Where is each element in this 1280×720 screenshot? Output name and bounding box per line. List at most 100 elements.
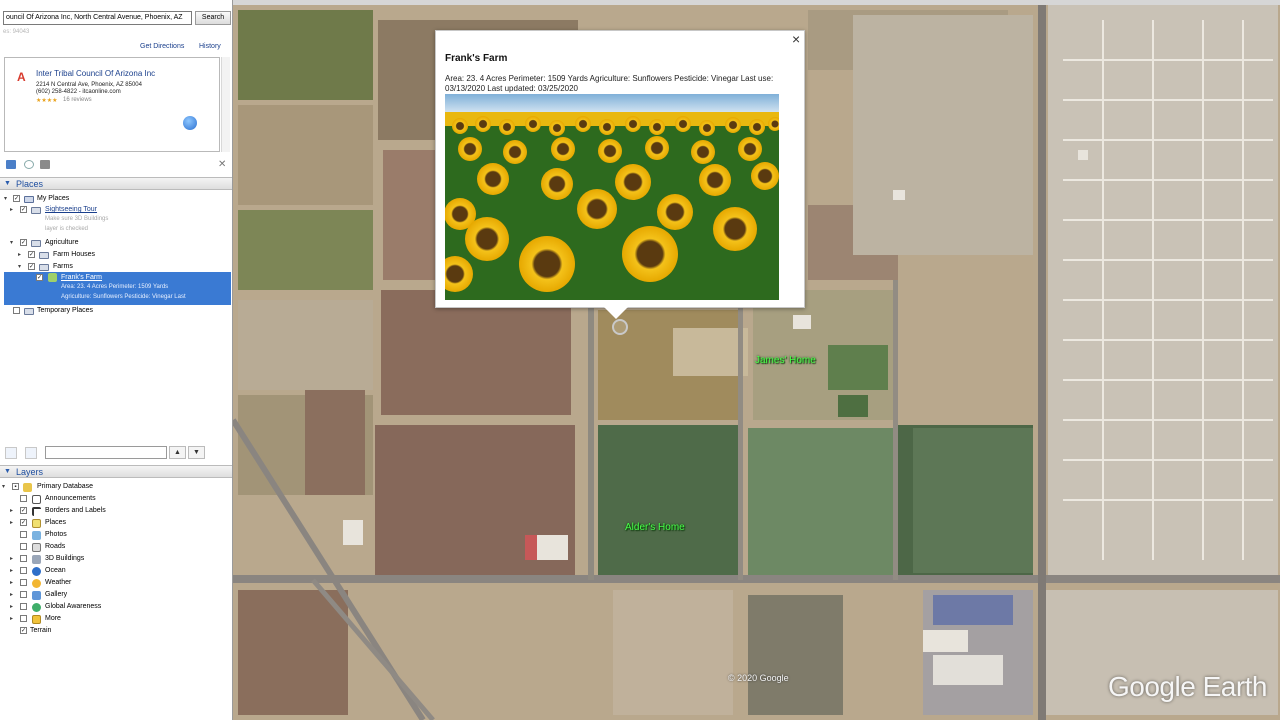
- photo-icon: [32, 531, 41, 540]
- layer-item-terrain[interactable]: ✓ Terrain: [0, 625, 230, 637]
- layer-item-gallery[interactable]: ▸ Gallery: [0, 589, 230, 601]
- places-header-label: Places: [16, 179, 44, 189]
- add-folder-icon[interactable]: [6, 160, 16, 169]
- collapse-icon[interactable]: ▼: [4, 180, 11, 187]
- globe-icon: [32, 603, 41, 612]
- checkbox[interactable]: [20, 531, 27, 538]
- expand-icon[interactable]: ▸: [16, 249, 23, 261]
- tree-item-temporary-places[interactable]: Temporary Places: [0, 305, 230, 317]
- checkbox[interactable]: [20, 495, 27, 502]
- database-icon: [23, 483, 32, 492]
- checkbox[interactable]: ✓: [20, 507, 27, 514]
- checkbox[interactable]: ✓: [13, 195, 20, 202]
- tree-description: Agriculture: Sunflowers Pesticide: Vineg…: [61, 294, 186, 300]
- layers-header-label: Layers: [16, 467, 44, 477]
- layer-label: Primary Database: [37, 483, 94, 490]
- expand-icon[interactable]: ▸: [8, 553, 15, 565]
- search-input[interactable]: ouncil Of Arizona Inc, North Central Ave…: [3, 11, 192, 25]
- weather-icon: [32, 579, 41, 588]
- checkbox[interactable]: ✓: [36, 274, 43, 281]
- layer-item-primary-database[interactable]: ▾ ▪ Primary Database: [0, 481, 230, 493]
- layer-item-ocean[interactable]: ▸ Ocean: [0, 565, 230, 577]
- tree-item-sightseeing-tour[interactable]: ▸ ✓ Sightseeing Tour: [0, 204, 230, 216]
- tree-label[interactable]: Sightseeing Tour: [45, 204, 97, 216]
- checkbox[interactable]: ✓: [20, 519, 27, 526]
- print-icon[interactable]: [40, 160, 50, 169]
- history-link[interactable]: History: [199, 43, 221, 50]
- tree-item-agriculture[interactable]: ▾ ✓ Agriculture: [0, 237, 230, 249]
- folder-icon: [39, 252, 49, 259]
- search-row: ouncil Of Arizona Inc, North Central Ave…: [3, 11, 231, 25]
- close-icon[interactable]: ×: [792, 31, 800, 47]
- search-icon[interactable]: [5, 447, 17, 459]
- checkbox[interactable]: [20, 591, 27, 598]
- expand-icon[interactable]: ▸: [8, 601, 15, 613]
- checkbox[interactable]: ▪: [12, 483, 19, 490]
- checkbox[interactable]: ✓: [20, 206, 27, 213]
- expand-icon[interactable]: ▸: [8, 204, 15, 216]
- checkbox[interactable]: ✓: [20, 239, 27, 246]
- checkbox[interactable]: [20, 603, 27, 610]
- flag-icon: [32, 507, 41, 516]
- places-search-input[interactable]: [45, 446, 167, 459]
- folder-icon: [24, 308, 34, 315]
- layer-label: Gallery: [45, 591, 68, 598]
- places-panel-header[interactable]: ▼ Places: [0, 177, 232, 190]
- expand-icon[interactable]: ▸: [8, 577, 15, 589]
- get-directions-link[interactable]: Get Directions: [140, 43, 184, 50]
- expand-icon[interactable]: ▸: [8, 613, 15, 625]
- checkbox[interactable]: [20, 567, 27, 574]
- expand-icon[interactable]: ▸: [8, 517, 15, 529]
- checkbox[interactable]: [20, 543, 27, 550]
- placemark-balloon: × Frank's Farm Area: 23. 4 Acres Perimet…: [435, 30, 805, 308]
- close-icon[interactable]: ✕: [218, 159, 226, 170]
- layer-item-weather[interactable]: ▸ Weather: [0, 577, 230, 589]
- layer-label: Photos: [45, 531, 67, 538]
- layer-item-roads[interactable]: Roads: [0, 541, 230, 553]
- expand-icon[interactable]: ▸: [8, 565, 15, 577]
- layer-item-more[interactable]: ▸ More: [0, 613, 230, 625]
- search-button[interactable]: Search: [195, 11, 231, 25]
- placemark-label[interactable]: James' Home: [755, 355, 816, 366]
- expand-icon[interactable]: ▸: [8, 589, 15, 601]
- tree-item-franks-farm[interactable]: ✓ Frank's Farm Area: 23. 4 Acres Perimet…: [4, 272, 231, 305]
- layers-panel-header[interactable]: ▼ Layers: [0, 465, 232, 478]
- checkbox[interactable]: [20, 579, 27, 586]
- balloon-title: Frank's Farm: [445, 53, 508, 64]
- ocean-icon: [32, 567, 41, 576]
- tree-item-farm-houses[interactable]: ▸ ✓ Farm Houses: [0, 249, 230, 261]
- up-arrow-button[interactable]: ▲: [169, 446, 186, 459]
- down-arrow-button[interactable]: ▼: [188, 446, 205, 459]
- checkbox[interactable]: ✓: [28, 251, 35, 258]
- expand-icon[interactable]: ▸: [8, 505, 15, 517]
- tree-label[interactable]: Frank's Farm: [61, 274, 102, 281]
- checkbox[interactable]: ✓: [20, 627, 27, 634]
- result-scrollbar[interactable]: [221, 57, 230, 152]
- checkbox[interactable]: [20, 615, 27, 622]
- balloon-pointer: [604, 307, 628, 319]
- globe-icon[interactable]: [183, 116, 197, 130]
- layer-label: Roads: [45, 543, 66, 550]
- collapse-icon[interactable]: ▼: [4, 468, 11, 475]
- layer-item-photos[interactable]: Photos: [0, 529, 230, 541]
- layer-item-global-awareness[interactable]: ▸ Global Awareness: [0, 601, 230, 613]
- checkbox[interactable]: [20, 555, 27, 562]
- expand-icon[interactable]: ▾: [8, 237, 15, 249]
- placemark-cursor-icon[interactable]: [612, 319, 628, 335]
- checkbox[interactable]: ✓: [28, 263, 35, 270]
- layer-item-announcements[interactable]: Announcements: [0, 493, 230, 505]
- result-reviews[interactable]: 16 reviews: [63, 97, 92, 103]
- expand-icon[interactable]: ▾: [0, 481, 7, 493]
- map-toolbar[interactable]: [233, 0, 1280, 5]
- layer-item-3d-buildings[interactable]: ▸ 3D Buildings: [0, 553, 230, 565]
- result-title[interactable]: Inter Tribal Council Of Arizona Inc: [36, 69, 155, 78]
- layer-item-places[interactable]: ▸ ✓ Places: [0, 517, 230, 529]
- result-contact: (602) 258-4822 - itcaonline.com: [36, 89, 121, 95]
- layer-label: Weather: [45, 579, 72, 586]
- announcement-icon: [32, 495, 41, 504]
- checkbox[interactable]: [13, 307, 20, 314]
- layer-item-borders-and-labels[interactable]: ▸ ✓ Borders and Labels: [0, 505, 230, 517]
- refresh-icon[interactable]: [24, 160, 34, 169]
- list-view-icon[interactable]: [25, 447, 37, 459]
- placemark-label[interactable]: Alder's Home: [625, 522, 685, 533]
